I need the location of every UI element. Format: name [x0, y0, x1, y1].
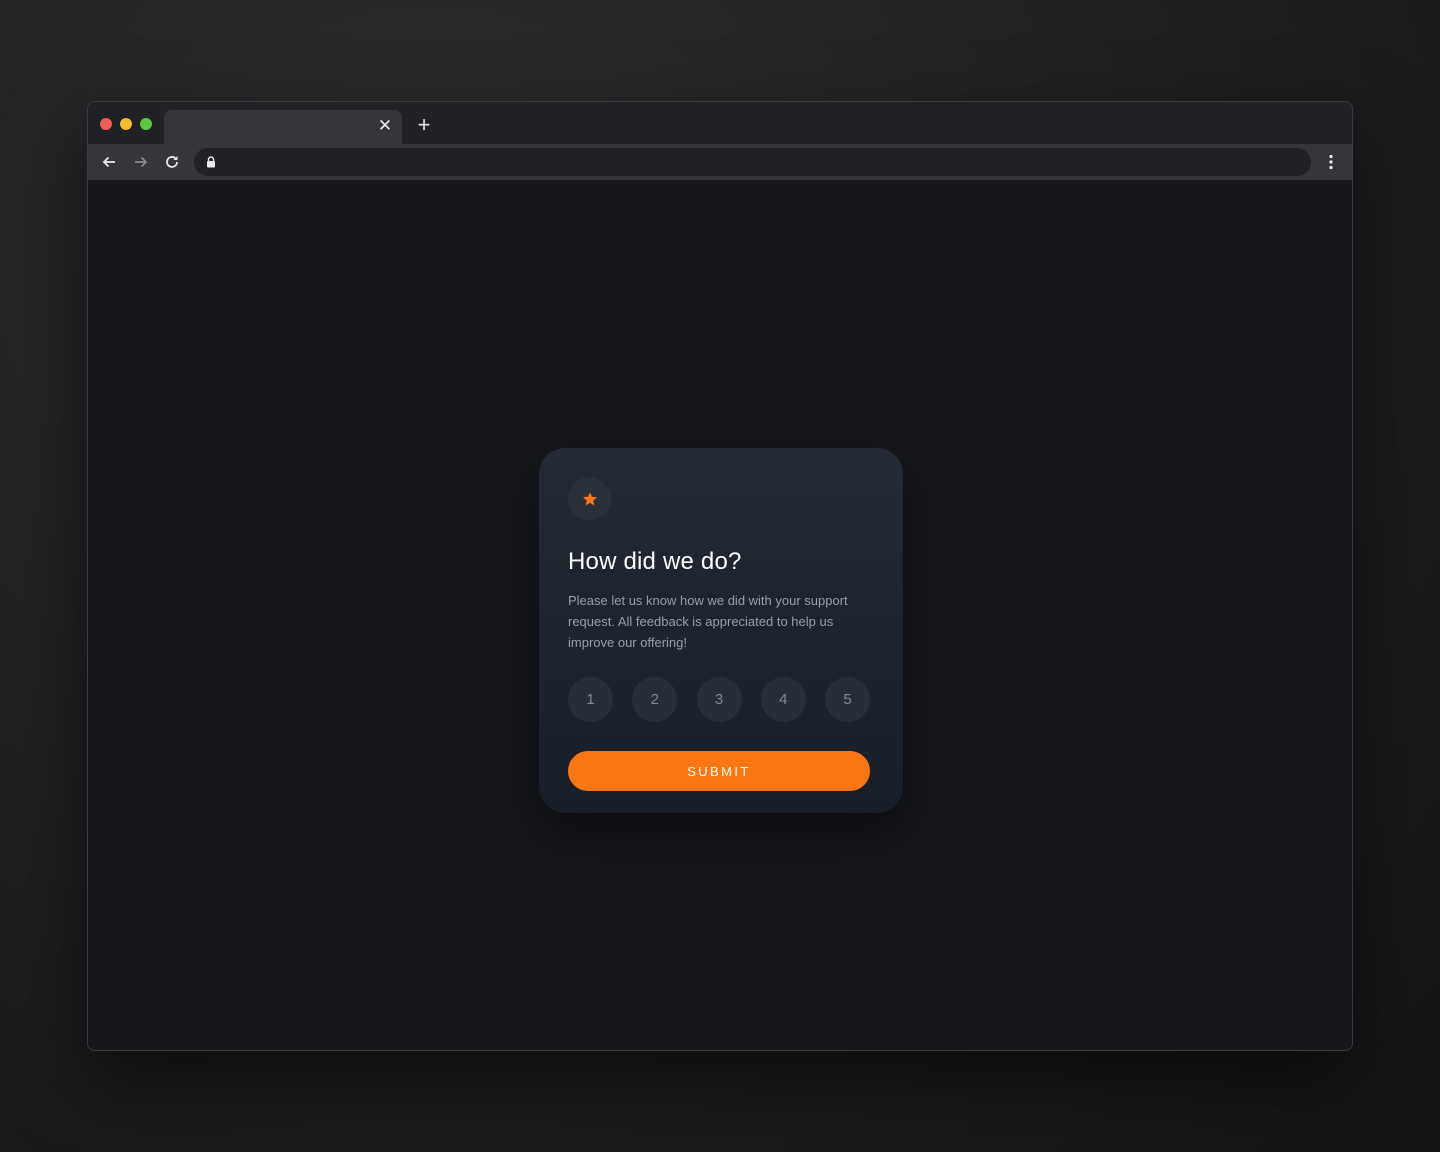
close-window-button[interactable]	[100, 118, 112, 130]
rating-button-2[interactable]: 2	[632, 677, 678, 722]
lock-icon	[207, 156, 215, 168]
card-title: How did we do?	[568, 548, 742, 575]
maximize-window-button[interactable]	[140, 118, 152, 130]
more-vert-icon[interactable]	[1320, 151, 1342, 173]
page-viewport: How did we do? Please let us know how we…	[88, 180, 1352, 1050]
rating-button-3[interactable]: 3	[696, 677, 742, 722]
browser-tab[interactable]: ✕	[164, 110, 402, 144]
window-controls	[100, 118, 152, 130]
star-badge	[568, 477, 611, 520]
address-bar[interactable]	[194, 148, 1311, 176]
rating-button-4[interactable]: 4	[760, 677, 806, 722]
star-icon	[582, 491, 597, 506]
browser-toolbar	[88, 144, 1352, 180]
rating-options: 1 2 3 4 5	[568, 677, 870, 722]
reload-icon[interactable]	[161, 151, 183, 173]
rating-card: How did we do? Please let us know how we…	[539, 448, 903, 813]
rating-button-1[interactable]: 1	[568, 677, 613, 722]
tab-strip: ✕ +	[88, 102, 1352, 144]
rating-button-5[interactable]: 5	[825, 677, 870, 722]
plus-icon[interactable]: +	[414, 114, 434, 136]
card-description: Please let us know how we did with your …	[568, 593, 848, 650]
arrow-left-icon[interactable]	[98, 151, 120, 173]
arrow-right-icon[interactable]	[130, 151, 152, 173]
browser-window: ✕ + How did we do? Please let us know ho…	[87, 101, 1353, 1051]
submit-button[interactable]: SUBMIT	[568, 751, 870, 791]
close-icon[interactable]: ✕	[376, 117, 394, 135]
minimize-window-button[interactable]	[120, 118, 132, 130]
